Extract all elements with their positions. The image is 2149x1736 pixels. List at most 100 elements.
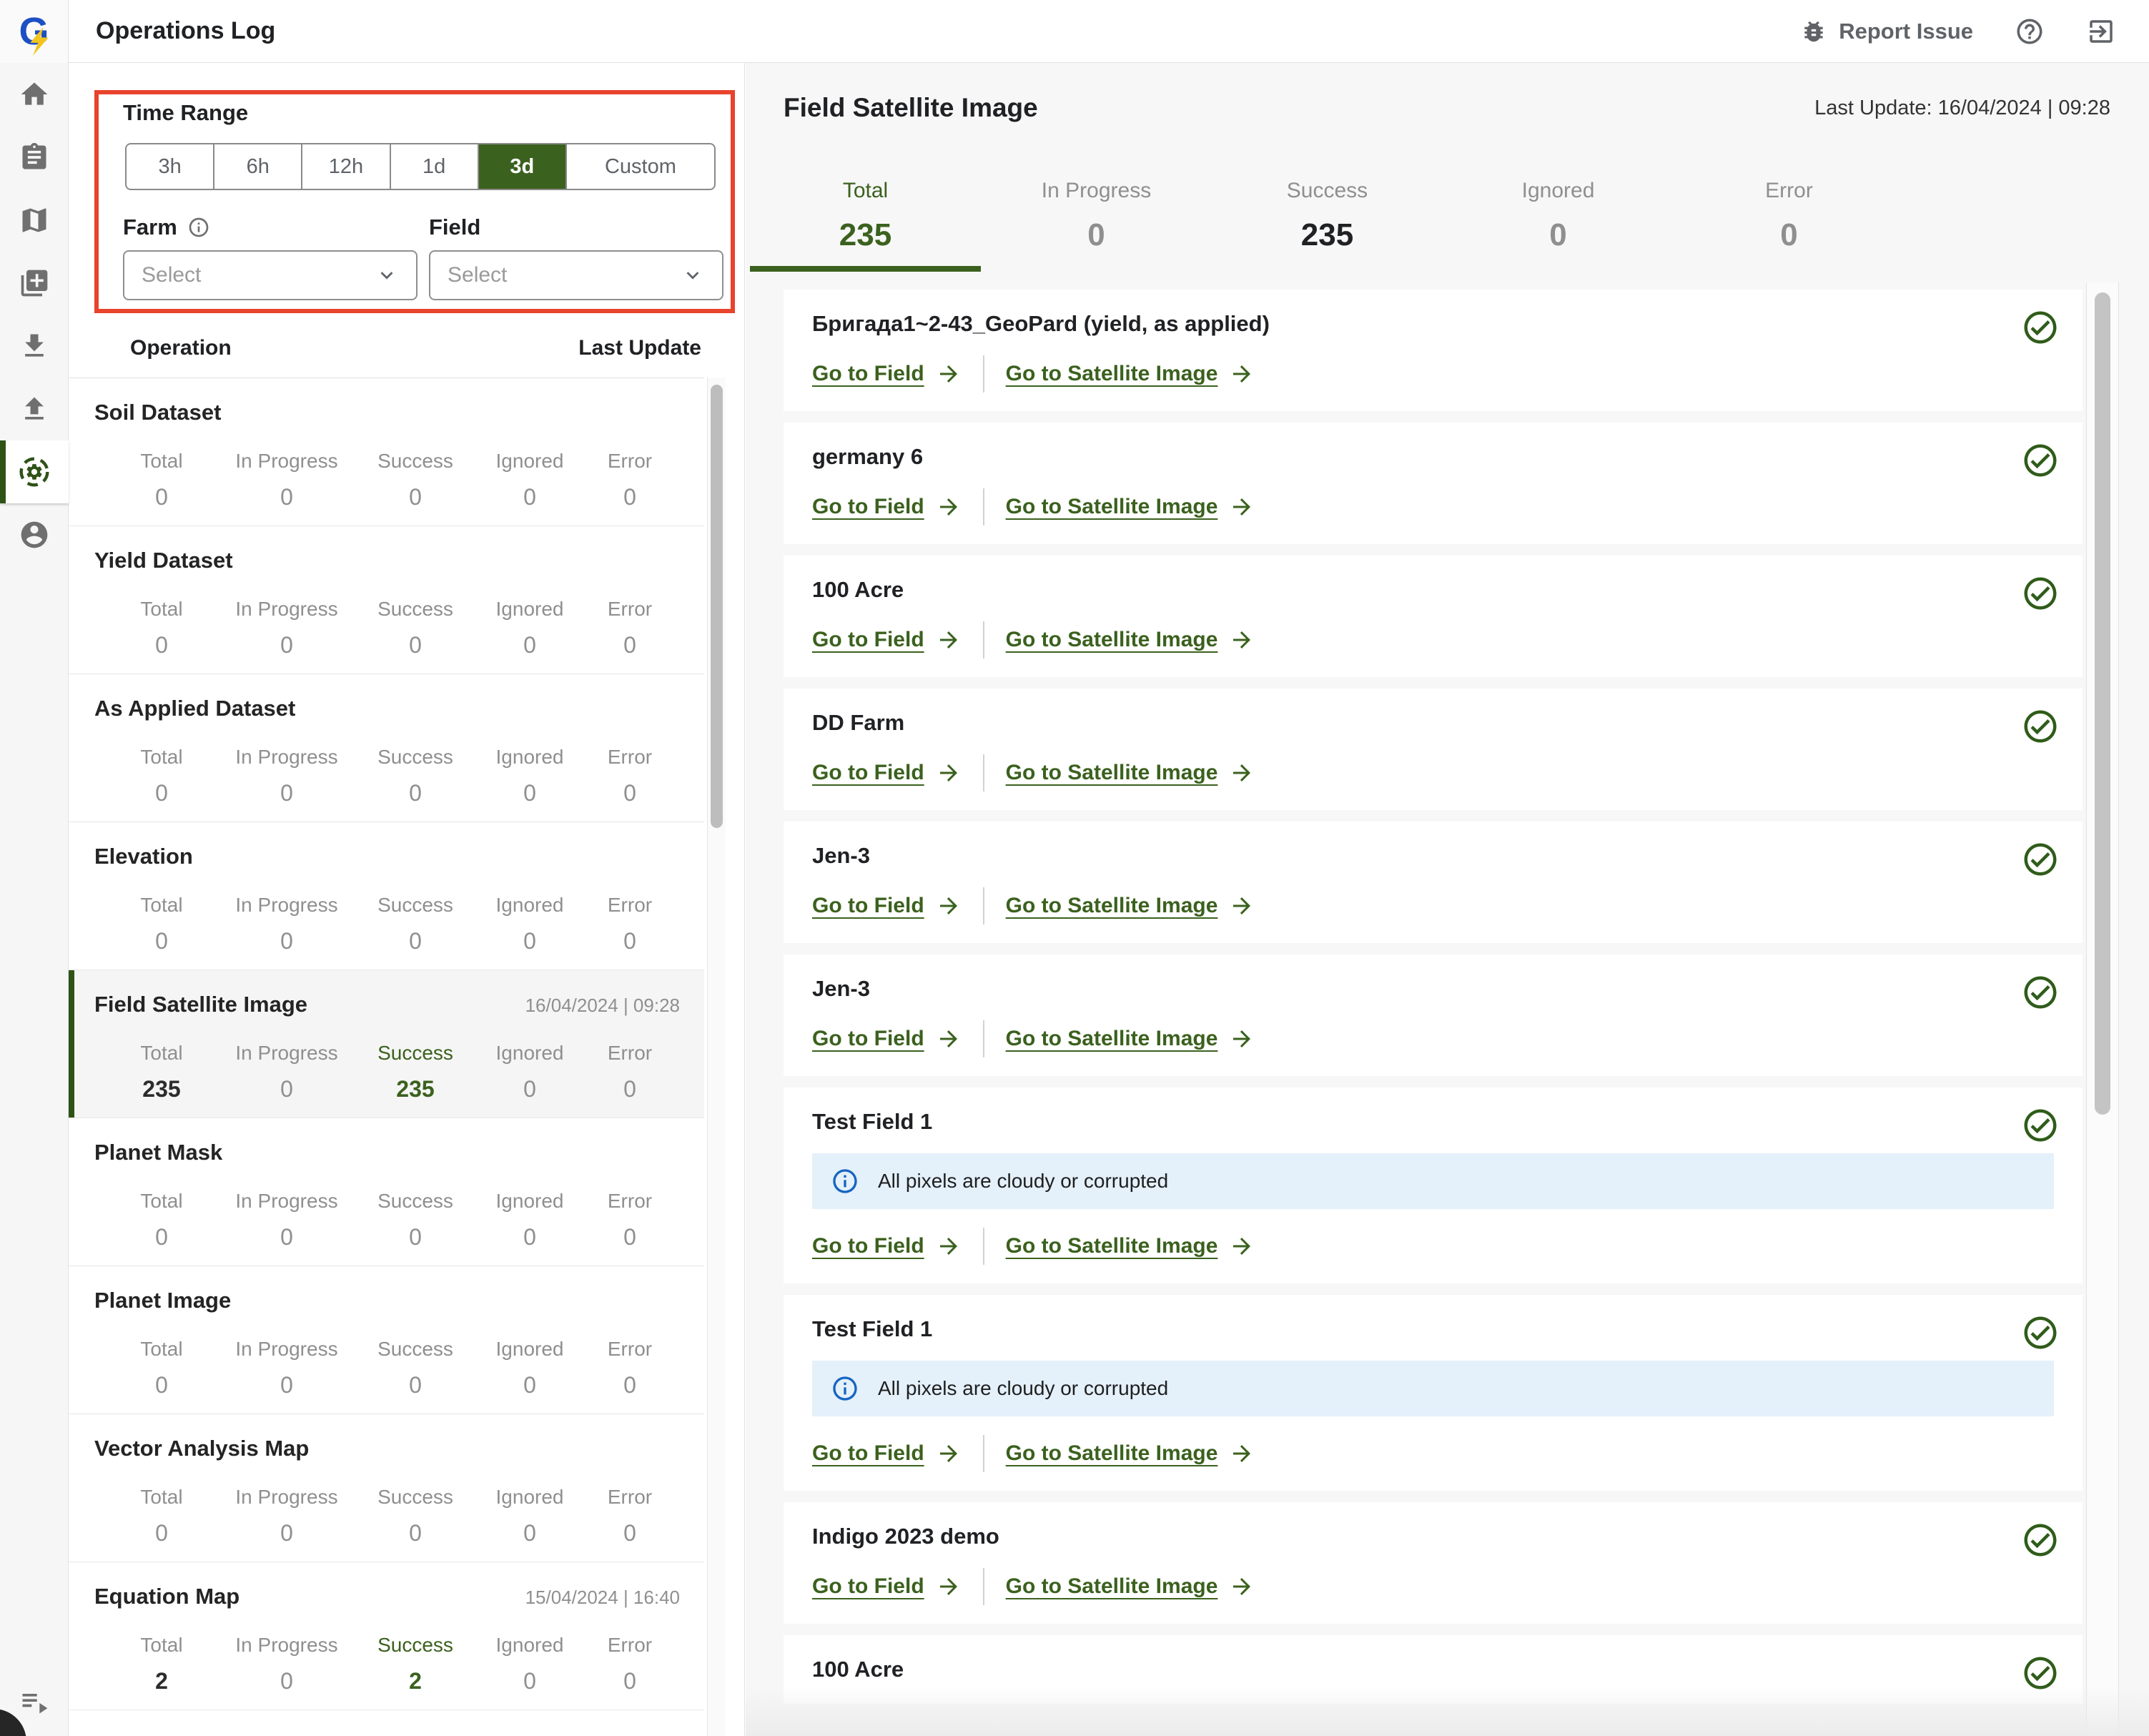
op-stat-error: Error0	[587, 1634, 673, 1695]
go-to-field-link[interactable]: Go to Field	[812, 893, 962, 919]
operation-stats: Total235In Progress0Success235Ignored0Er…	[69, 1042, 704, 1103]
help-button[interactable]	[2015, 16, 2045, 46]
nav-home[interactable]	[0, 63, 69, 126]
tab-total[interactable]: Total 235	[750, 170, 981, 272]
arrow-right-icon	[936, 1233, 962, 1259]
time-range-3d[interactable]: 3d	[479, 144, 567, 189]
go-to-field-link[interactable]: Go to Field	[812, 361, 962, 387]
go-to-satellite-image-link[interactable]: Go to Satellite Image	[1006, 494, 1255, 520]
field-select[interactable]: Select	[429, 250, 723, 300]
time-range-1d[interactable]: 1d	[391, 144, 479, 189]
app-logo[interactable]: G	[0, 0, 69, 63]
help-icon	[2015, 16, 2045, 46]
tab-in-progress[interactable]: In Progress 0	[981, 170, 1212, 272]
report-issue-button[interactable]: Report Issue	[1800, 18, 1973, 45]
nav-assignments[interactable]	[0, 126, 69, 189]
tab-error[interactable]: Error 0	[1674, 170, 1905, 272]
go-to-field-link[interactable]: Go to Field	[812, 1441, 962, 1466]
operations-scrollbar-thumb[interactable]	[711, 385, 723, 828]
operation-stats: Total0In Progress0Success0Ignored0Error0	[69, 746, 704, 807]
arrow-right-icon	[1229, 1574, 1255, 1599]
last-update-column-label: Last Update	[578, 336, 701, 360]
operation-row[interactable]: Field Satellite Image 16/04/2024 | 09:28…	[69, 970, 704, 1118]
go-to-field-link[interactable]: Go to Field	[812, 494, 962, 520]
go-to-satellite-image-link[interactable]: Go to Satellite Image	[1006, 1441, 1255, 1466]
operation-row[interactable]: As Applied Dataset Total0In Progress0Suc…	[69, 674, 704, 822]
operation-row[interactable]: Soil Dataset Total0In Progress0Success0I…	[69, 378, 704, 526]
page-title: Operations Log	[96, 17, 275, 45]
op-stat-error: Error0	[587, 598, 673, 659]
operation-name: Field Satellite Image	[94, 992, 307, 1017]
op-stat-in-progress: In Progress0	[222, 746, 351, 807]
links-divider	[983, 1020, 984, 1057]
go-to-field-link[interactable]: Go to Field	[812, 1233, 962, 1259]
field-name: 100 Acre	[812, 1657, 2054, 1682]
log-list-icon	[19, 1686, 50, 1717]
field-card: germany 6 Go to Field Go to Satellite Im…	[784, 423, 2083, 544]
op-stat-total: Total0	[108, 894, 215, 955]
tab-ignored[interactable]: Ignored 0	[1443, 170, 1674, 272]
operation-row[interactable]: Planet Mask Total0In Progress0Success0Ig…	[69, 1118, 704, 1266]
nav-operations-log[interactable]	[0, 440, 69, 503]
operation-row[interactable]: Vector Analysis Map Total0In Progress0Su…	[69, 1414, 704, 1562]
go-to-satellite-image-link[interactable]: Go to Satellite Image	[1006, 1574, 1255, 1599]
field-name: Test Field 1	[812, 1316, 2054, 1342]
nav-log-list[interactable]	[0, 1686, 69, 1717]
go-to-field-link[interactable]: Go to Field	[812, 627, 962, 653]
go-to-satellite-image-link[interactable]: Go to Satellite Image	[1006, 760, 1255, 786]
time-range-6h[interactable]: 6h	[214, 144, 302, 189]
operation-stats: Total0In Progress0Success0Ignored0Error0	[69, 1190, 704, 1251]
logout-icon	[2086, 16, 2116, 46]
go-to-satellite-image-link[interactable]: Go to Satellite Image	[1006, 1233, 1255, 1259]
logout-button[interactable]	[2086, 16, 2116, 46]
operation-stats: Total2In Progress0Success2Ignored0Error0	[69, 1634, 704, 1695]
op-stat-success: Success235	[358, 1042, 473, 1103]
time-range-12h[interactable]: 12h	[302, 144, 390, 189]
op-stat-ignored: Ignored0	[480, 1042, 580, 1103]
go-to-field-link[interactable]: Go to Field	[812, 1026, 962, 1052]
field-card: Test Field 1 All pixels are cloudy or co…	[784, 1088, 2083, 1283]
nav-download[interactable]	[0, 315, 69, 378]
time-range-3h[interactable]: 3h	[127, 144, 214, 189]
go-to-field-link[interactable]: Go to Field	[812, 760, 962, 786]
arrow-right-icon	[1229, 627, 1255, 653]
op-stat-in-progress: In Progress0	[222, 894, 351, 955]
logo-bolt-icon	[30, 27, 49, 56]
go-to-satellite-image-link[interactable]: Go to Satellite Image	[1006, 361, 1255, 387]
nav-add-layer[interactable]	[0, 252, 69, 315]
operation-row[interactable]: Planet Image Total0In Progress0Success0I…	[69, 1266, 704, 1414]
arrow-right-icon	[936, 627, 962, 653]
arrow-right-icon	[1229, 1026, 1255, 1052]
op-stat-total: Total0	[108, 1486, 215, 1547]
go-to-satellite-image-link[interactable]: Go to Satellite Image	[1006, 893, 1255, 919]
time-range-group: 3h6h12h1d3dCustom	[125, 143, 716, 190]
main-scrollbar-thumb[interactable]	[2095, 292, 2110, 1115]
operation-row[interactable]: Yield Dataset Total0In Progress0Success0…	[69, 526, 704, 674]
main-scrollbar	[2086, 282, 2119, 1736]
tab-success[interactable]: Success 235	[1212, 170, 1443, 272]
operation-row[interactable]: Elevation Total0In Progress0Success0Igno…	[69, 822, 704, 970]
op-stat-error: Error0	[587, 1042, 673, 1103]
nav-account[interactable]	[0, 503, 69, 566]
op-stat-in-progress: In Progress0	[222, 1190, 351, 1251]
time-range-custom[interactable]: Custom	[567, 144, 714, 189]
go-to-satellite-image-link[interactable]: Go to Satellite Image	[1006, 1026, 1255, 1052]
op-stat-ignored: Ignored0	[480, 598, 580, 659]
success-check-icon	[2021, 973, 2060, 1012]
upload-icon	[19, 393, 50, 425]
field-card: 100 Acre	[784, 1635, 2083, 1704]
op-stat-ignored: Ignored0	[480, 746, 580, 807]
operations-scrollbar	[707, 378, 726, 1736]
go-to-field-link[interactable]: Go to Field	[812, 1574, 962, 1599]
farm-label: Farm	[123, 214, 210, 240]
farm-select[interactable]: Select	[123, 250, 418, 300]
go-to-satellite-image-link[interactable]: Go to Satellite Image	[1006, 627, 1255, 653]
operation-stats: Total0In Progress0Success0Ignored0Error0	[69, 1338, 704, 1399]
operation-row[interactable]: Equation Map 15/04/2024 | 16:40 Total2In…	[69, 1562, 704, 1710]
arrow-right-icon	[1229, 893, 1255, 919]
op-stat-total: Total0	[108, 1338, 215, 1399]
field-name: Indigo 2023 demo	[812, 1524, 2054, 1549]
time-range-label: Time Range	[123, 100, 248, 126]
nav-upload[interactable]	[0, 378, 69, 440]
nav-map[interactable]	[0, 189, 69, 252]
